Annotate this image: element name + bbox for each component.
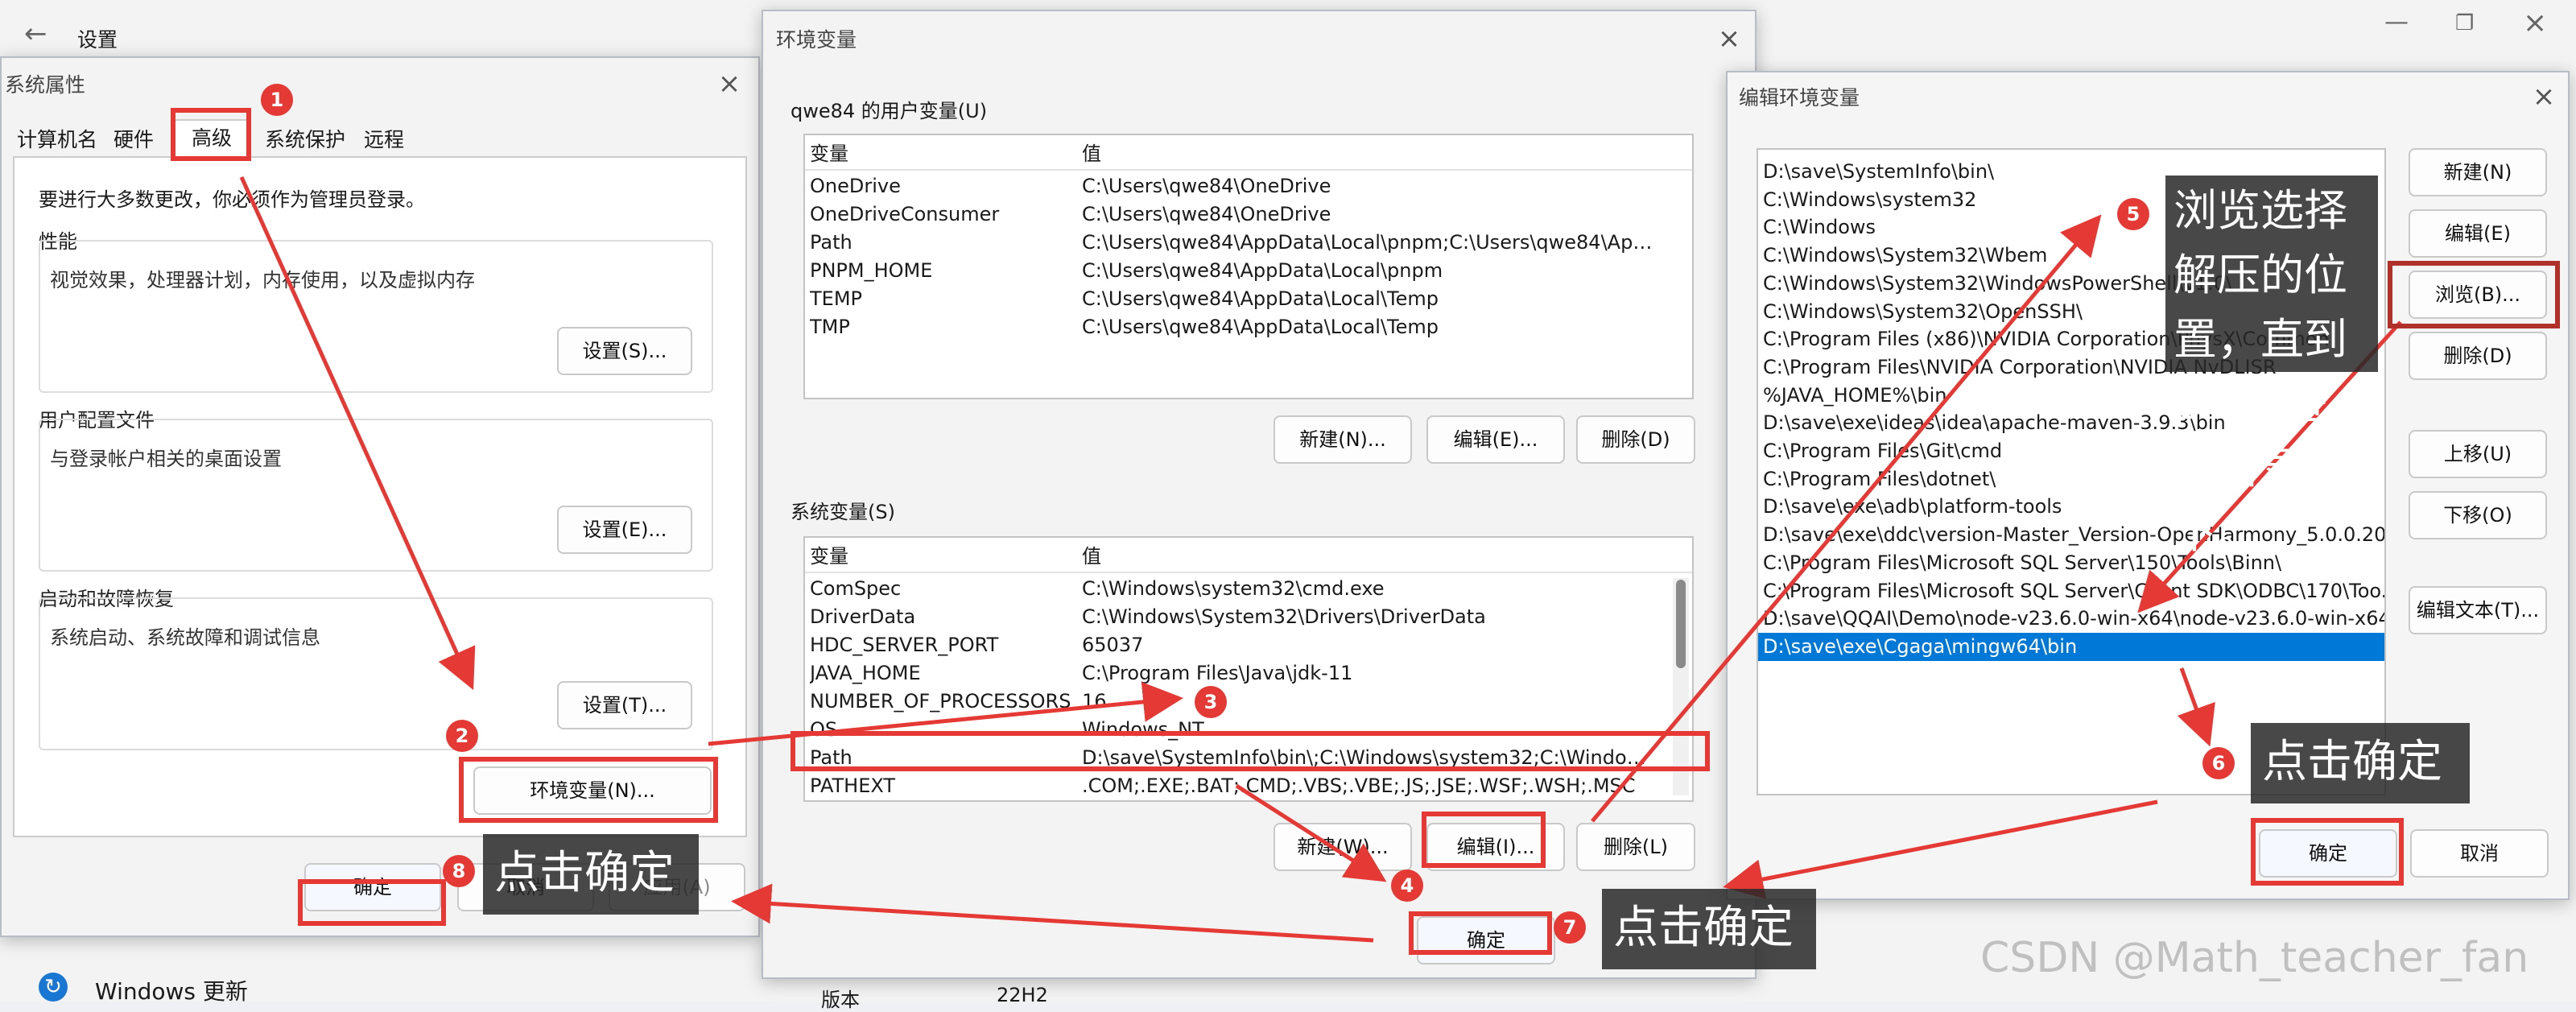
highlight-sys-ok bbox=[298, 879, 446, 926]
arrow-step-1 bbox=[239, 176, 476, 691]
step-badge-2: 2 bbox=[446, 720, 478, 752]
step-badge-5: 5 bbox=[2117, 198, 2149, 230]
step-badge-7: 7 bbox=[1554, 911, 1586, 944]
callout-step-6: 点击确定 bbox=[2251, 723, 2470, 803]
highlight-env-ok bbox=[1409, 911, 1552, 955]
arrow-step-3 bbox=[1235, 783, 1387, 882]
step-badge-1: 1 bbox=[261, 84, 293, 116]
step-badge-8: 8 bbox=[443, 855, 475, 887]
callout-step-7: 点击确定 bbox=[1602, 889, 1816, 969]
highlight-advanced-tab bbox=[171, 108, 251, 161]
step-badge-6: 6 bbox=[2202, 747, 2235, 779]
highlight-edit-button bbox=[1422, 812, 1546, 868]
highlight-env-button bbox=[459, 757, 718, 823]
arrow-step-8 bbox=[731, 883, 1374, 943]
highlight-edit-ok bbox=[2251, 818, 2404, 886]
step-badge-4: 4 bbox=[1391, 869, 1423, 902]
highlight-browse-button bbox=[2388, 261, 2560, 328]
callout-step-5: 浏览选择解压的位置，直到bin二进制目录下。 bbox=[2165, 176, 2378, 558]
callout-step-8: 点击确定 bbox=[483, 834, 699, 915]
arrow-step-6 bbox=[2177, 667, 2215, 747]
arrow-step-7 bbox=[1723, 799, 2158, 899]
step-badge-3: 3 bbox=[1195, 686, 1227, 718]
highlight-path-row bbox=[791, 731, 1710, 771]
